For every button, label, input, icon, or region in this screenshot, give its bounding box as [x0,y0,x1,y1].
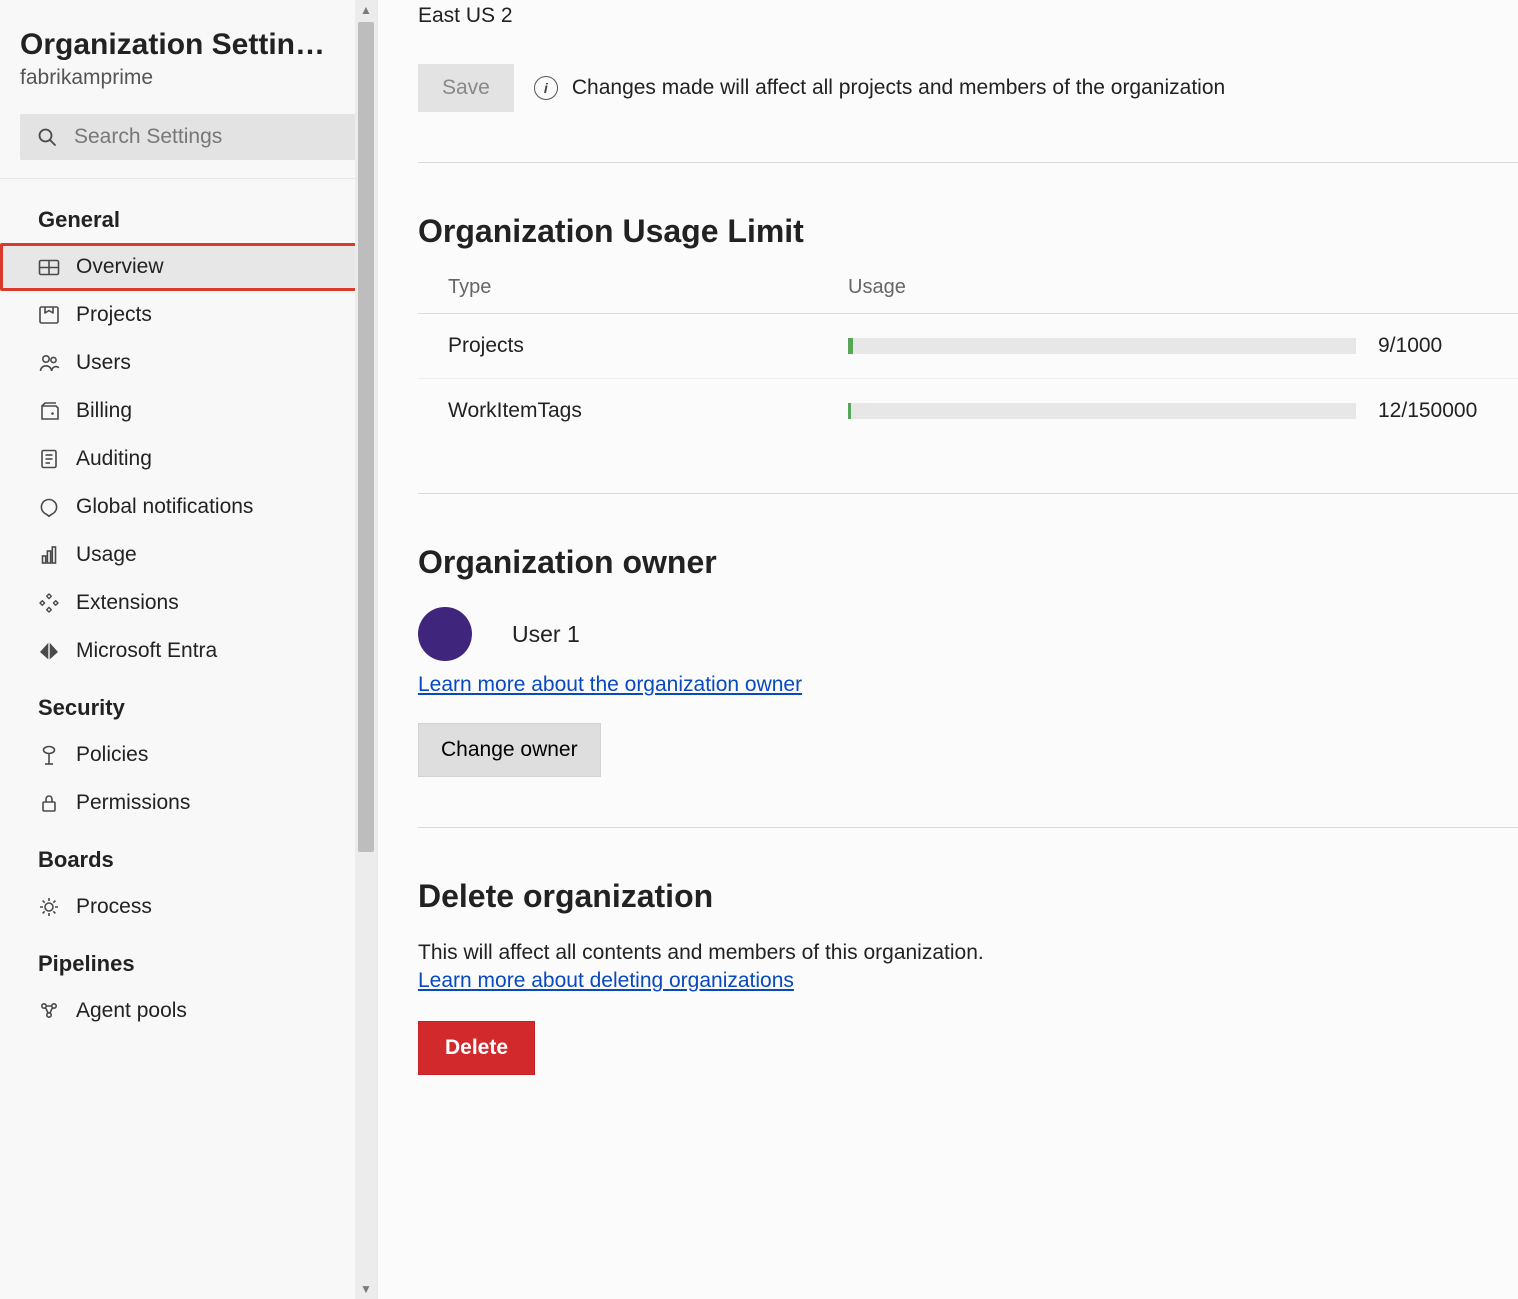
sidebar-item-label: Process [76,895,152,919]
sidebar-item-label: Auditing [76,447,152,471]
delete-learn-more-link[interactable]: Learn more about deleting organizations [418,969,794,993]
region-value: East US 2 [418,4,1518,28]
usage-table: Type Usage Projects 9/1000 WorkItemTags 12/… [418,276,1518,443]
sidebar-item-microsoft-entra[interactable]: Microsoft Entra [0,627,377,675]
divider [418,493,1518,494]
owner-title: Organization owner [418,544,1518,581]
usage-row-projects: Projects 9/1000 [418,314,1518,379]
divider [418,827,1518,828]
usage-col-type: Type [448,276,848,299]
usage-bar-fill [848,338,853,354]
search-icon [36,126,58,148]
scroll-down-arrow-icon[interactable]: ▼ [355,1279,377,1299]
owner-learn-more-link[interactable]: Learn more about the organization owner [418,673,802,697]
permissions-icon [38,792,60,814]
agent-pools-icon [38,1000,60,1022]
sidebar-item-label: Global notifications [76,495,253,519]
region-section: East US 2 Save i Changes made will affec… [418,0,1518,112]
change-owner-button[interactable]: Change owner [418,723,601,777]
process-icon [38,896,60,918]
notifications-icon [38,496,60,518]
delete-title: Delete organization [418,878,1518,915]
nav-group-boards: Boards [0,827,377,883]
auditing-icon [38,448,60,470]
sidebar-subtitle: fabrikamprime [20,66,357,90]
sidebar-item-permissions[interactable]: Permissions [0,779,377,827]
delete-desc: This will affect all contents and member… [418,941,1518,965]
sidebar-nav: General Overview Projects Users Billing Audit… [0,185,377,1045]
owner-avatar [418,607,472,661]
sidebar-item-label: Agent pools [76,999,187,1023]
projects-icon [38,304,60,326]
sidebar-item-users[interactable]: Users [0,339,377,387]
usage-col-usage: Usage [848,276,1518,299]
sidebar-item-overview[interactable]: Overview [0,243,377,291]
sidebar-item-label: Policies [76,743,148,767]
save-button[interactable]: Save [418,64,514,112]
usage-bar [848,403,1356,419]
sidebar-item-global-notifications[interactable]: Global notifications [0,483,377,531]
delete-button[interactable]: Delete [418,1021,535,1075]
sidebar-item-process[interactable]: Process [0,883,377,931]
usage-limit-section: Organization Usage Limit Type Usage Proj… [418,213,1518,443]
sidebar-item-usage[interactable]: Usage [0,531,377,579]
search-input[interactable] [72,124,347,150]
usage-type: WorkItemTags [448,399,848,423]
entra-icon [38,640,60,662]
sidebar-item-policies[interactable]: Policies [0,731,377,779]
delete-section: Delete organization This will affect all… [418,878,1518,1075]
sidebar-item-auditing[interactable]: Auditing [0,435,377,483]
sidebar-scrollbar[interactable]: ▲ ▼ [355,0,377,1299]
search-wrap [20,114,357,160]
usage-row-workitemtags: WorkItemTags 12/150000 [418,379,1518,443]
save-info-row: i Changes made will affect all projects … [534,76,1225,100]
search-box[interactable] [20,114,357,160]
owner-section: Organization owner User 1 Learn more abo… [418,544,1518,777]
owner-row: User 1 [418,607,1518,661]
sidebar-header: Organization Settin… fabrikamprime [0,0,377,100]
sidebar-item-projects[interactable]: Projects [0,291,377,339]
usage-bar-fill [848,403,851,419]
sidebar-item-extensions[interactable]: Extensions [0,579,377,627]
sidebar-item-label: Users [76,351,131,375]
sidebar-item-label: Extensions [76,591,179,615]
nav-group-general: General [0,187,377,243]
nav-group-security: Security [0,675,377,731]
usage-bar-cell: 12/150000 [848,399,1518,423]
divider [418,162,1518,163]
usage-bar-cell: 9/1000 [848,334,1518,358]
sidebar-item-label: Overview [76,255,164,279]
sidebar-divider [0,178,377,179]
owner-name: User 1 [512,621,580,648]
sidebar-item-agent-pools[interactable]: Agent pools [0,987,377,1035]
usage-table-header: Type Usage [418,276,1518,314]
scroll-thumb[interactable] [358,22,374,852]
nav-group-pipelines: Pipelines [0,931,377,987]
billing-icon [38,400,60,422]
usage-icon [38,544,60,566]
sidebar-item-label: Usage [76,543,137,567]
extensions-icon [38,592,60,614]
sidebar-item-billing[interactable]: Billing [0,387,377,435]
usage-value: 12/150000 [1378,399,1518,423]
overview-icon [38,256,60,278]
sidebar-item-label: Projects [76,303,152,327]
save-row: Save i Changes made will affect all proj… [418,64,1518,112]
info-icon: i [534,76,558,100]
policies-icon [38,744,60,766]
scroll-up-arrow-icon[interactable]: ▲ [355,0,377,20]
save-info-text: Changes made will affect all projects an… [572,76,1225,100]
usage-limit-title: Organization Usage Limit [418,213,1518,250]
users-icon [38,352,60,374]
usage-type: Projects [448,334,848,358]
main-content: East US 2 Save i Changes made will affec… [378,0,1518,1299]
sidebar: Organization Settin… fabrikamprime Gener… [0,0,378,1299]
usage-bar [848,338,1356,354]
usage-value: 9/1000 [1378,334,1518,358]
sidebar-title: Organization Settin… [20,28,355,62]
app-root: Organization Settin… fabrikamprime Gener… [0,0,1518,1299]
sidebar-item-label: Microsoft Entra [76,639,217,663]
sidebar-item-label: Permissions [76,791,190,815]
sidebar-item-label: Billing [76,399,132,423]
